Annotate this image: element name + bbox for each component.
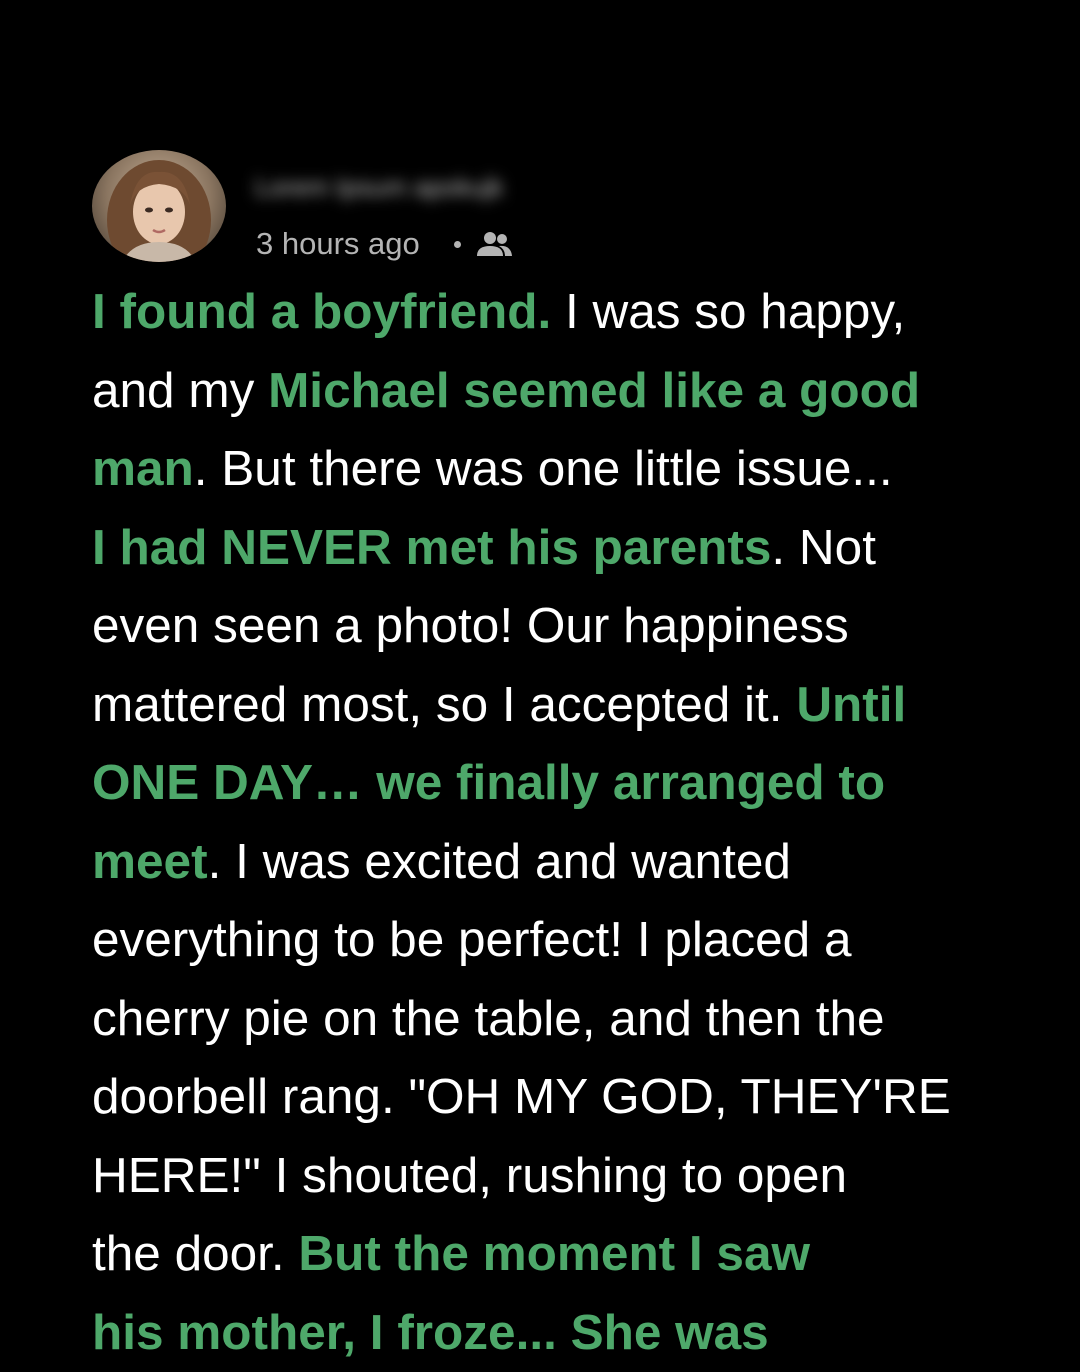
friends-icon[interactable] — [475, 229, 513, 259]
avatar-image — [107, 160, 211, 262]
post-meta: 3 hours ago — [256, 224, 513, 264]
story-text: . But there was one little issue... — [193, 441, 893, 496]
separator-dot — [453, 240, 461, 248]
story-post: Lorem Ipsum apokujk 3 hours ago I found … — [0, 0, 1080, 1360]
story-highlight: I found a boyfriend. — [92, 284, 552, 339]
story-highlight: I had NEVER met his parents — [92, 519, 772, 575]
story-text: . I was excited and wanted everything to… — [92, 833, 951, 1282]
post-story: I found a boyfriend. I was so happy, and… — [92, 273, 1022, 1372]
author-name[interactable]: Lorem Ipsum apokujk — [255, 172, 615, 202]
author-avatar[interactable] — [92, 150, 226, 262]
timestamp[interactable]: 3 hours ago — [256, 226, 420, 262]
